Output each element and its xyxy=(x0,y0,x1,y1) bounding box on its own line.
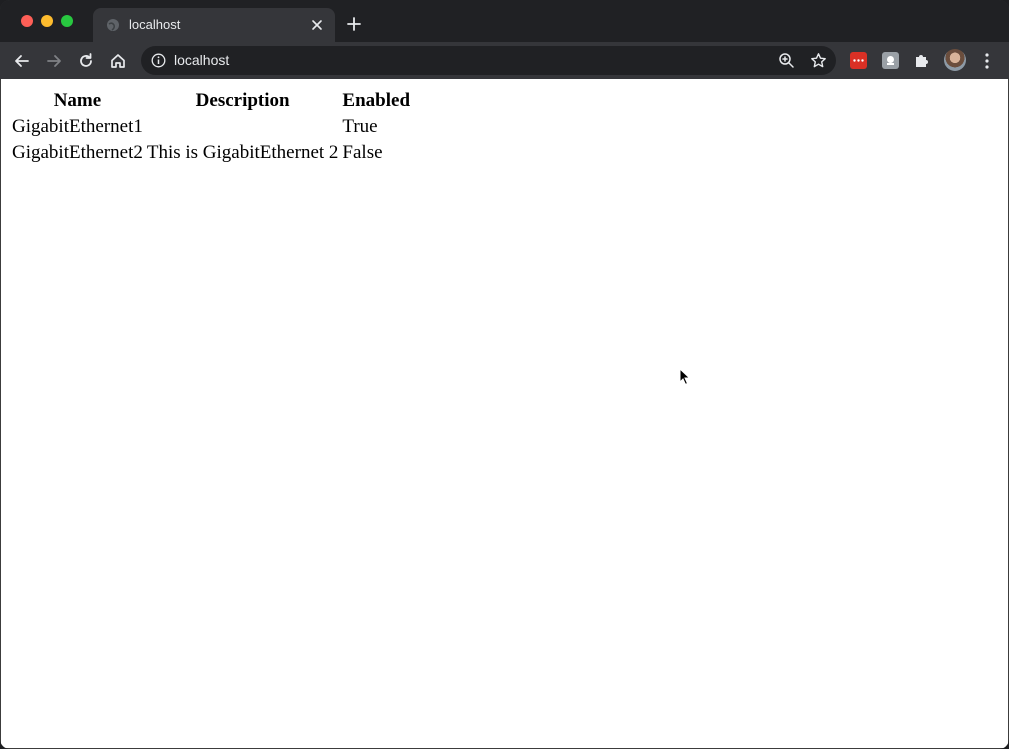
cell-description: This is GigabitEthernet 2 xyxy=(146,142,339,163)
close-icon[interactable] xyxy=(309,17,325,33)
dots-icon xyxy=(853,59,864,62)
tab-localhost[interactable]: localhost xyxy=(93,8,335,42)
page-viewport: Name Description Enabled GigabitEthernet… xyxy=(1,79,1008,748)
tab-strip: localhost xyxy=(0,0,1009,42)
cell-name: GigabitEthernet2 xyxy=(12,142,143,163)
window-maximize-button[interactable] xyxy=(61,15,73,27)
column-header-enabled: Enabled xyxy=(342,90,411,111)
avatar[interactable] xyxy=(944,49,966,71)
star-icon[interactable] xyxy=(810,52,827,69)
info-icon[interactable] xyxy=(151,53,166,68)
address-bar[interactable]: localhost xyxy=(141,46,836,75)
arrow-right-icon[interactable] xyxy=(44,51,64,71)
plus-icon[interactable] xyxy=(345,15,363,33)
toolbar: localhost xyxy=(0,42,1009,79)
home-icon[interactable] xyxy=(108,51,128,71)
arrow-left-icon[interactable] xyxy=(12,51,32,71)
zoom-icon[interactable] xyxy=(778,52,795,69)
tab-title: localhost xyxy=(129,17,181,32)
table-row: GigabitEthernet2 This is GigabitEthernet… xyxy=(11,141,411,165)
table-header-row: Name Description Enabled xyxy=(11,89,411,113)
password-manager-icon[interactable] xyxy=(850,52,867,69)
window-close-button[interactable] xyxy=(21,15,33,27)
table-row: GigabitEthernet1 True xyxy=(11,115,411,139)
kebab-menu-icon[interactable] xyxy=(978,51,996,71)
mouse-cursor-icon xyxy=(679,368,691,386)
url-text[interactable]: localhost xyxy=(174,52,229,68)
cell-enabled: False xyxy=(342,142,383,163)
cell-description xyxy=(146,115,340,139)
browser-window: localhost localhost Name Description Ena… xyxy=(0,0,1009,749)
cell-enabled: True xyxy=(342,116,378,137)
extension-icon[interactable] xyxy=(882,52,899,69)
column-header-description: Description xyxy=(195,90,290,111)
column-header-name: Name xyxy=(53,90,102,111)
window-minimize-button[interactable] xyxy=(41,15,53,27)
reload-icon[interactable] xyxy=(76,51,96,71)
badge-icon xyxy=(887,56,894,65)
cell-name: GigabitEthernet1 xyxy=(12,116,143,137)
interfaces-table: Name Description Enabled GigabitEthernet… xyxy=(9,87,413,167)
globe-icon xyxy=(107,19,119,31)
puzzle-icon[interactable] xyxy=(913,52,930,69)
